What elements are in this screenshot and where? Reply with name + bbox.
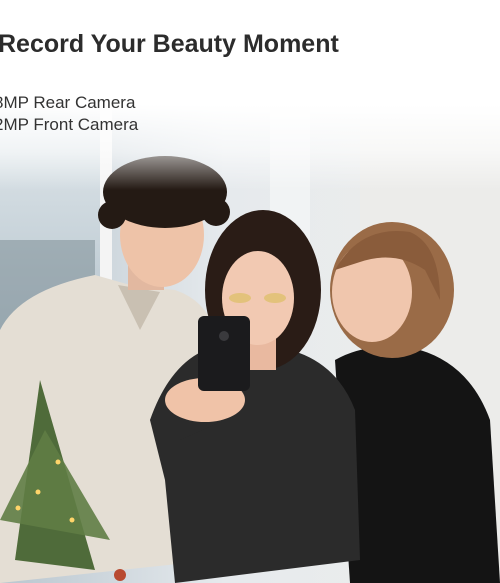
spec-front-camera: 2MP Front Camera (0, 115, 139, 134)
spec-rear-camera: 8MP Rear Camera (0, 93, 136, 112)
camera-specs-list: 8MP Rear Camera 2MP Front Camera (0, 92, 138, 136)
headline: Record Your Beauty Moment (0, 30, 339, 58)
